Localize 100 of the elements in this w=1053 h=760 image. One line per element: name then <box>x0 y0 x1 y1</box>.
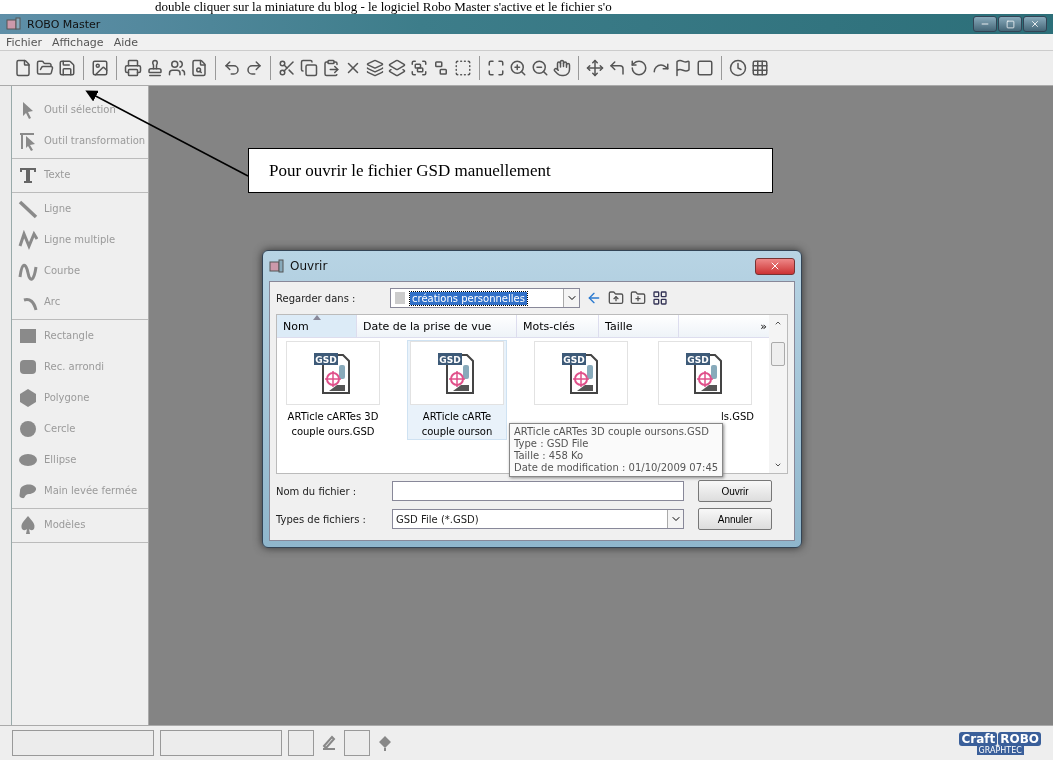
line-tool-icon <box>18 198 38 219</box>
tool-label: Cercle <box>44 423 76 434</box>
group-icon[interactable] <box>410 59 428 77</box>
hand-icon[interactable] <box>553 59 571 77</box>
square-icon[interactable] <box>696 59 714 77</box>
scroll-thumb[interactable] <box>771 342 785 366</box>
back-icon[interactable] <box>586 290 602 306</box>
file-item[interactable]: GSD ARTicle cARTe couple ourson <box>407 340 507 440</box>
fit-icon[interactable] <box>487 59 505 77</box>
maximize-icon <box>1005 19 1015 29</box>
preview-icon[interactable] <box>190 59 208 77</box>
ungroup-icon[interactable] <box>432 59 450 77</box>
fill-color-swatch[interactable] <box>344 730 370 756</box>
dialog-icon <box>269 258 285 274</box>
cancel-button[interactable]: Annuler <box>698 508 772 530</box>
circle-tool-icon <box>18 418 38 439</box>
file-name: ARTicle cARTes 3D couple ours.GSD <box>287 410 379 439</box>
grid-icon[interactable] <box>751 59 769 77</box>
tooltip-line: Date de modification : 01/10/2009 07:45 <box>514 462 719 474</box>
close-icon <box>769 260 781 272</box>
look-in-dropdown[interactable]: créations personnelles <box>390 288 580 308</box>
dropdown-caret-icon[interactable] <box>667 510 683 528</box>
column-header[interactable]: Nom <box>277 315 357 337</box>
tool-label: Ligne <box>44 203 72 214</box>
tooltip-line: Taille : 458 Ko <box>514 450 585 462</box>
pen-icon <box>320 734 338 752</box>
zoom-in-icon[interactable] <box>509 59 527 77</box>
look-in-label: Regarder dans : <box>276 292 357 304</box>
file-name: ARTicle cARTe couple ourson <box>421 410 493 439</box>
app-icon <box>6 17 22 31</box>
tool-label: Rectangle <box>44 330 94 341</box>
logo-text: ROBO <box>998 731 1041 746</box>
polyline-tool-icon <box>18 229 38 250</box>
tool-label: Modèles <box>44 519 86 530</box>
tool-label: Texte <box>44 169 71 180</box>
document-caption: double cliquer sur la miniature du blog - le logiciel Robo Master s'active et le fichier s'o <box>0 0 1053 14</box>
sort-arrow-icon <box>313 315 321 320</box>
close-button[interactable] <box>755 257 795 275</box>
column-header[interactable]: Mots-clés <box>517 315 599 337</box>
dropdown-caret-icon[interactable] <box>563 289 579 307</box>
logo-text: Craft <box>959 731 998 746</box>
cut-icon[interactable] <box>278 59 296 77</box>
tool-label: Polygone <box>44 392 90 403</box>
close-button[interactable] <box>1023 16 1047 32</box>
print-icon[interactable] <box>124 59 142 77</box>
scroll-down-icon[interactable] <box>774 461 782 469</box>
more-columns-button[interactable]: » <box>760 319 767 333</box>
filename-field[interactable] <box>392 481 684 501</box>
flag-icon[interactable] <box>674 59 692 77</box>
folder-up-icon[interactable] <box>608 290 624 306</box>
redo-icon[interactable] <box>245 59 263 77</box>
people-icon[interactable] <box>168 59 186 77</box>
column-header[interactable]: Taille <box>599 315 679 337</box>
arrow-icon[interactable] <box>608 59 626 77</box>
scroll-up-icon[interactable] <box>774 319 782 327</box>
folder-icon <box>394 291 406 305</box>
annotation-callout: Pour ouvrir le fichier GSD manuellement <box>248 148 773 193</box>
stamp-icon[interactable] <box>146 59 164 77</box>
layers-icon[interactable] <box>366 59 384 77</box>
copy-icon[interactable] <box>300 59 318 77</box>
tool-label: Rec. arrondi <box>44 361 105 372</box>
tool-label: Ellipse <box>44 454 77 465</box>
zoom-out-icon[interactable] <box>531 59 549 77</box>
close-icon <box>1030 19 1040 29</box>
open-button[interactable]: Ouvrir <box>698 480 772 502</box>
column-header[interactable]: Date de la prise de vue <box>357 315 517 337</box>
paste-icon[interactable] <box>322 59 340 77</box>
filetype-label: Types de fichiers : <box>276 513 367 525</box>
line-color-swatch[interactable] <box>288 730 314 756</box>
polygon-tool-icon <box>18 387 38 408</box>
file-item[interactable]: GSD <box>531 340 631 406</box>
logo-subtext: GRAPHTEC <box>976 745 1024 755</box>
filetype-dropdown[interactable]: GSD File (*.GSD) <box>392 509 684 529</box>
view-menu-icon[interactable] <box>652 290 668 306</box>
new-file-icon[interactable] <box>14 59 32 77</box>
maximize-button[interactable] <box>998 16 1022 32</box>
menu-item[interactable]: Fichier <box>6 35 42 49</box>
image-icon[interactable] <box>91 59 109 77</box>
file-name: ls.GSD <box>721 410 754 424</box>
window-title: ROBO Master <box>27 17 101 31</box>
clock-icon[interactable] <box>729 59 747 77</box>
open-folder-icon[interactable] <box>36 59 54 77</box>
layers-icon[interactable] <box>388 59 406 77</box>
save-icon[interactable] <box>58 59 76 77</box>
tool-label: Outil transformation <box>44 135 146 146</box>
frame-icon[interactable] <box>454 59 472 77</box>
tool-label: Arc <box>44 296 61 307</box>
undo-icon[interactable] <box>223 59 241 77</box>
tooltip-line: Type : GSD File <box>514 438 590 450</box>
menu-item[interactable]: Affichage <box>51 35 104 49</box>
tooltip-line: ARTicle cARTes 3D couple oursons.GSD <box>514 426 710 438</box>
new-folder-icon[interactable] <box>630 290 646 306</box>
tool-label: Ligne multiple <box>44 234 116 245</box>
dialog-title: Ouvrir <box>290 259 328 273</box>
move-icon[interactable] <box>586 59 604 77</box>
tool-label: Courbe <box>44 265 81 276</box>
menu-item[interactable]: Aide <box>113 35 138 49</box>
scrollbar[interactable] <box>769 315 787 473</box>
minimize-button[interactable] <box>973 16 997 32</box>
rotate-icon[interactable] <box>630 59 648 77</box>
